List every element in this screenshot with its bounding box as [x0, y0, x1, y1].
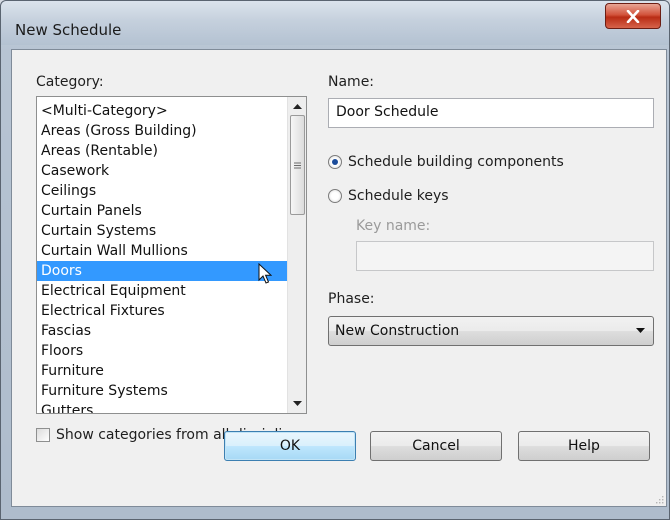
list-item[interactable]: Floors [37, 341, 288, 361]
name-label: Name: [328, 74, 375, 90]
schedule-keys-option[interactable]: Schedule keys [328, 188, 449, 204]
key-name-label: Key name: [356, 218, 431, 234]
cancel-button-label: Cancel [412, 438, 460, 454]
resize-grip-icon[interactable] [654, 494, 664, 504]
help-button[interactable]: Help [518, 431, 650, 461]
window-title: New Schedule [15, 21, 122, 39]
dialog-body: Category: <Multi-Category> Areas (Gross B… [11, 49, 667, 507]
category-listbox[interactable]: <Multi-Category> Areas (Gross Building) Ar… [36, 96, 307, 414]
scroll-up-icon [293, 104, 302, 109]
key-name-input[interactable] [356, 241, 654, 271]
help-button-label: Help [568, 438, 600, 454]
close-button[interactable] [605, 3, 661, 29]
new-schedule-dialog: New Schedule Category: <Multi-Category> A… [0, 0, 670, 520]
scroll-down-button[interactable] [288, 395, 306, 412]
ok-button[interactable]: OK [224, 431, 356, 461]
list-item[interactable]: Curtain Panels [37, 201, 288, 221]
schedule-building-components-radio[interactable] [328, 155, 342, 169]
list-item[interactable]: Furniture Systems [37, 381, 288, 401]
ok-button-label: OK [279, 438, 301, 454]
cancel-button[interactable]: Cancel [370, 431, 502, 461]
mouse-pointer-icon [258, 263, 272, 284]
scroll-up-button[interactable] [288, 98, 306, 115]
schedule-keys-label: Schedule keys [348, 188, 449, 204]
grip-icon [294, 162, 301, 168]
list-item[interactable]: Doors [37, 261, 288, 281]
show-all-disciplines-checkbox[interactable] [36, 428, 50, 442]
schedule-building-components-option[interactable]: Schedule building components [328, 154, 564, 170]
scroll-thumb[interactable] [290, 115, 305, 215]
title-bar[interactable]: New Schedule [1, 1, 669, 45]
list-item[interactable]: Electrical Equipment [37, 281, 288, 301]
phase-dropdown[interactable]: New Construction [328, 316, 654, 346]
list-item[interactable]: Casework [37, 161, 288, 181]
list-item[interactable]: Furniture [37, 361, 288, 381]
list-item[interactable]: Curtain Wall Mullions [37, 241, 288, 261]
list-item[interactable]: Ceilings [37, 181, 288, 201]
list-item[interactable]: Curtain Systems [37, 221, 288, 241]
name-input-value: Door Schedule [336, 104, 439, 120]
list-item[interactable]: Areas (Rentable) [37, 141, 288, 161]
list-item[interactable]: Fascias [37, 321, 288, 341]
list-item[interactable]: Electrical Fixtures [37, 301, 288, 321]
scroll-down-icon [293, 401, 302, 406]
category-label: Category: [36, 74, 104, 90]
phase-selected-value: New Construction [335, 323, 460, 339]
list-item[interactable]: Gutters [37, 401, 288, 413]
list-item[interactable]: Areas (Gross Building) [37, 121, 288, 141]
close-icon [626, 9, 640, 23]
chevron-down-icon [636, 328, 645, 333]
category-list: <Multi-Category> Areas (Gross Building) Ar… [37, 101, 288, 413]
category-scrollbar[interactable] [287, 97, 306, 413]
schedule-building-components-label: Schedule building components [348, 154, 564, 170]
phase-label: Phase: [328, 291, 375, 307]
list-item[interactable]: <Multi-Category> [37, 101, 288, 121]
name-input[interactable]: Door Schedule [328, 98, 654, 128]
schedule-keys-radio[interactable] [328, 189, 342, 203]
